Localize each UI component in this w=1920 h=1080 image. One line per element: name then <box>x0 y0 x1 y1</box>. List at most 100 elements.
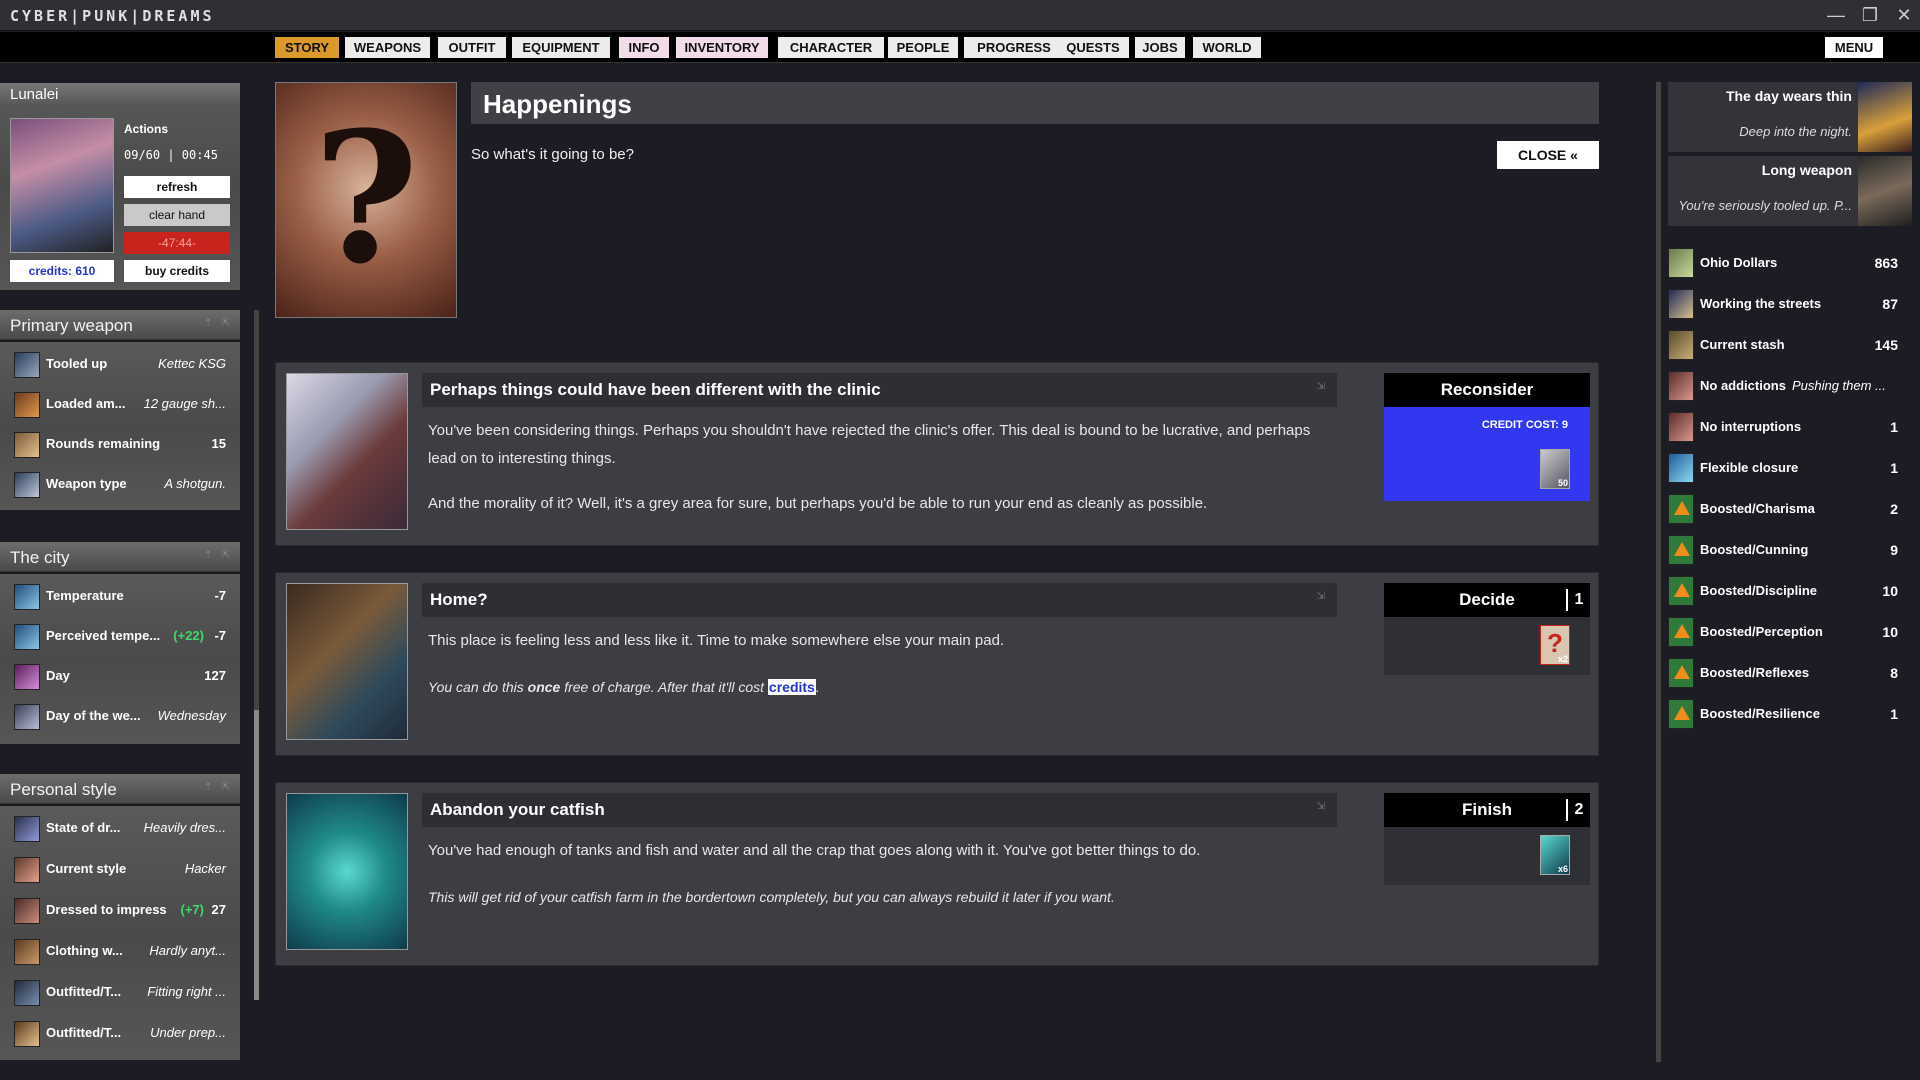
maximize-icon[interactable]: ❐ <box>1856 3 1884 27</box>
day-of-week-row[interactable]: Day of the we... Wednesday <box>10 698 230 734</box>
outfitted-row[interactable]: Outfitted/T... Under prep... <box>10 1015 230 1051</box>
tab-character[interactable]: CHARACTER <box>778 37 884 58</box>
resource-row[interactable]: Current stash 145 <box>1668 328 1900 360</box>
minimize-icon[interactable]: — <box>1822 3 1850 27</box>
stat-value: -7 <box>214 628 226 643</box>
outfit-icon <box>14 980 40 1006</box>
decide-action[interactable]: Decide 1 ? x2 <box>1384 583 1590 675</box>
expand-icon[interactable]: ⇲ <box>1317 381 1325 392</box>
weapon-type-stat-row[interactable]: Weapon type A shotgun. <box>10 466 230 502</box>
boost-arrow-icon <box>1668 494 1694 524</box>
dressed-to-impress-row[interactable]: Dressed to impress (+7) 27 <box>10 892 230 928</box>
pin-icon[interactable]: ⇡ <box>204 782 212 793</box>
personal-style-header[interactable]: Personal style ⇡ ⇱ <box>0 774 240 804</box>
feed-item[interactable]: Long weapon You're seriously tooled up. … <box>1668 156 1912 226</box>
finish-action[interactable]: Finish 2 x6 <box>1384 793 1590 885</box>
ammo-icon <box>14 392 40 418</box>
day-icon <box>14 664 40 690</box>
resource-row[interactable]: No interruptions 1 <box>1668 410 1900 442</box>
tab-equipment[interactable]: EQUIPMENT <box>512 37 610 58</box>
city-header[interactable]: The city ⇡ ⇱ <box>0 542 240 572</box>
tab-jobs[interactable]: JOBS <box>1135 37 1185 58</box>
perceived-temperature-row[interactable]: Perceived tempe... (+22) -7 <box>10 618 230 654</box>
ammo-stat-row[interactable]: Loaded am... 12 gauge sh... <box>10 386 230 422</box>
resource-value: 10 <box>1882 583 1898 599</box>
action-label[interactable]: Decide 1 <box>1384 583 1590 617</box>
feed-title: Long weapon <box>1761 162 1852 178</box>
stat-value: Kettec KSG <box>158 356 226 371</box>
popout-icon[interactable]: ⇱ <box>222 550 230 561</box>
action-body[interactable]: CREDIT COST: 9 50 <box>1384 407 1590 501</box>
credits-display[interactable]: credits: 610 <box>10 260 114 282</box>
close-button[interactable]: CLOSE « <box>1497 141 1599 169</box>
stat-value: A shotgun. <box>164 476 226 491</box>
expand-icon[interactable]: ⇲ <box>1317 801 1325 812</box>
tab-outfit[interactable]: OUTFIT <box>438 37 506 58</box>
right-scrollbar[interactable] <box>1656 82 1661 1062</box>
rounds-stat-row[interactable]: Rounds remaining 15 <box>10 426 230 462</box>
expand-icon[interactable]: ⇲ <box>1317 591 1325 602</box>
tab-world[interactable]: WORLD <box>1193 37 1261 58</box>
tab-quests[interactable]: QUESTS <box>1057 37 1129 58</box>
state-of-dress-row[interactable]: State of dr... Heavily dres... <box>10 810 230 846</box>
resource-row[interactable]: Boosted/Cunning 9 <box>1668 533 1900 565</box>
clinic-thumbnail <box>286 373 408 530</box>
action-label[interactable]: Finish 2 <box>1384 793 1590 827</box>
story-card-image: ? <box>275 82 457 318</box>
clothing-row[interactable]: Clothing w... Hardly anyt... <box>10 933 230 969</box>
stat-modifier: (+7) <box>180 902 204 917</box>
streets-icon <box>1668 289 1694 319</box>
action-label[interactable]: Reconsider <box>1384 373 1590 407</box>
buy-credits-button[interactable]: buy credits <box>124 260 230 282</box>
tab-progress[interactable]: PROGRESS <box>964 37 1064 58</box>
resource-row[interactable]: No addictions Pushing them ... <box>1668 369 1900 401</box>
current-style-row[interactable]: Current style Hacker <box>10 851 230 887</box>
resource-row[interactable]: Boosted/Discipline 10 <box>1668 574 1900 606</box>
pin-icon[interactable]: ⇡ <box>204 318 212 329</box>
timer-badge: -47:44- <box>124 232 230 254</box>
resource-value: 1 <box>1890 419 1898 435</box>
weapon-icon <box>14 352 40 378</box>
tab-story[interactable]: STORY <box>275 37 339 58</box>
feed-item[interactable]: The day wears thin Deep into the night. <box>1668 82 1912 152</box>
day-row[interactable]: Day 127 <box>10 658 230 694</box>
refresh-button[interactable]: refresh <box>124 176 230 198</box>
resource-row[interactable]: Flexible closure 1 <box>1668 451 1900 483</box>
outfitted-row[interactable]: Outfitted/T... Fitting right ... <box>10 974 230 1010</box>
resource-row[interactable]: Boosted/Resilience 1 <box>1668 697 1900 729</box>
left-scrollbar-thumb[interactable] <box>254 710 259 1000</box>
popout-icon[interactable]: ⇱ <box>222 782 230 793</box>
action-body[interactable]: ? x2 <box>1384 617 1590 675</box>
stat-label: Loaded am... <box>46 396 126 411</box>
close-window-icon[interactable]: ✕ <box>1890 3 1918 27</box>
weapon-stat-row[interactable]: Tooled up Kettec KSG <box>10 346 230 382</box>
event-card: Abandon your catfish ⇲ You've had enough … <box>275 782 1599 966</box>
tab-people[interactable]: PEOPLE <box>888 37 958 58</box>
clear-hand-button[interactable]: clear hand <box>124 204 230 226</box>
left-scrollbar[interactable] <box>254 310 259 1000</box>
menu-button[interactable]: MENU <box>1825 37 1883 58</box>
resource-row[interactable]: Working the streets 87 <box>1668 287 1900 319</box>
resource-row[interactable]: Boosted/Reflexes 8 <box>1668 656 1900 688</box>
resource-row[interactable]: Boosted/Charisma 2 <box>1668 492 1900 524</box>
credits-link[interactable]: credits <box>767 679 816 695</box>
tab-inventory[interactable]: INVENTORY <box>676 37 768 58</box>
temperature-row[interactable]: Temperature -7 <box>10 578 230 614</box>
primary-weapon-header[interactable]: Primary weapon ⇡ ⇱ <box>0 310 240 340</box>
reconsider-action[interactable]: Reconsider CREDIT COST: 9 50 <box>1384 373 1590 501</box>
resource-value: 10 <box>1882 624 1898 640</box>
character-portrait[interactable] <box>10 118 114 253</box>
gunman-icon <box>1858 156 1912 226</box>
temperature-icon <box>14 584 40 610</box>
tab-info[interactable]: INFO <box>619 37 669 58</box>
city-title: The city <box>10 548 70 567</box>
resource-row[interactable]: Ohio Dollars 863 <box>1668 246 1900 278</box>
resource-value: 2 <box>1890 501 1898 517</box>
popout-icon[interactable]: ⇱ <box>222 318 230 329</box>
addictions-icon <box>1668 371 1694 401</box>
resource-label: Working the streets <box>1700 296 1822 311</box>
resource-row[interactable]: Boosted/Perception 10 <box>1668 615 1900 647</box>
action-body[interactable]: x6 <box>1384 827 1590 885</box>
tab-weapons[interactable]: WEAPONS <box>345 37 430 58</box>
pin-icon[interactable]: ⇡ <box>204 550 212 561</box>
